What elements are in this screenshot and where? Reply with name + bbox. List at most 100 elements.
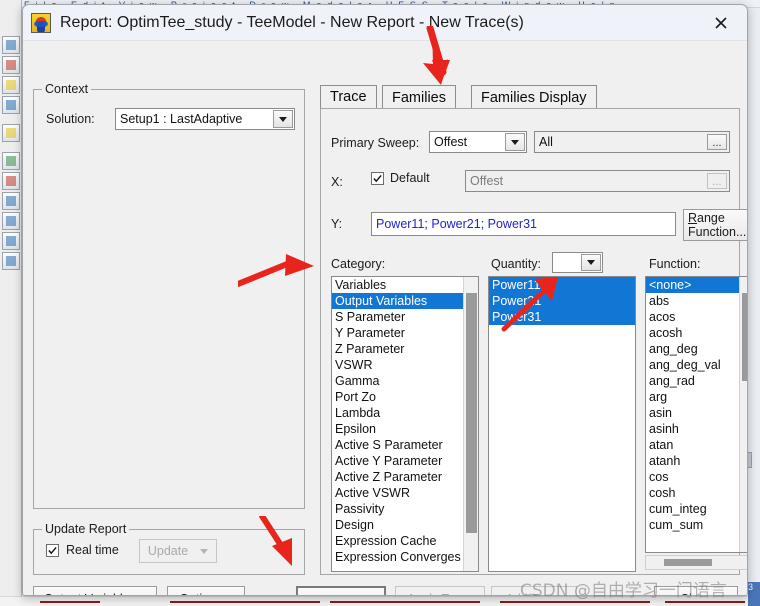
new-report-button[interactable]: New Report bbox=[296, 586, 386, 595]
toolbar-icon-7 bbox=[2, 172, 20, 190]
realtime-label: Real time bbox=[66, 543, 119, 557]
apply-trace-button: Apply Trace bbox=[395, 586, 485, 595]
y-value-field[interactable]: Power11; Power21; Power31 bbox=[371, 212, 676, 236]
function-scroll-thumb[interactable] bbox=[742, 293, 747, 381]
category-item[interactable]: Expression Converges bbox=[332, 549, 478, 565]
range-function-line2: Function... bbox=[688, 225, 747, 239]
x-value-field: Offest ... bbox=[465, 170, 730, 192]
sweep-range-field[interactable]: All ... bbox=[534, 131, 730, 153]
quantity-listbox[interactable]: Power11 Power21 Power31 bbox=[488, 276, 636, 572]
function-item[interactable]: cosh bbox=[646, 485, 747, 501]
toolbar-icon-11 bbox=[2, 252, 20, 270]
category-item[interactable]: Design bbox=[332, 517, 478, 533]
category-item[interactable]: Active S Parameter bbox=[332, 437, 478, 453]
output-variables-button[interactable]: Output Variables... bbox=[33, 586, 157, 595]
function-item[interactable]: acos bbox=[646, 309, 747, 325]
close-icon[interactable] bbox=[699, 6, 743, 40]
update-report-group: Update Report Real time Update bbox=[33, 522, 305, 575]
function-item[interactable]: <none> bbox=[646, 277, 747, 293]
update-report-group-title: Update Report bbox=[42, 522, 130, 536]
sweep-range-ellipsis-button[interactable]: ... bbox=[707, 134, 727, 150]
background-left-toolbar bbox=[0, 0, 22, 606]
function-item[interactable]: cos bbox=[646, 469, 747, 485]
category-item[interactable]: VSWR bbox=[332, 357, 478, 373]
function-item[interactable]: cum_sum bbox=[646, 517, 747, 533]
close-button[interactable]: Close bbox=[654, 586, 738, 595]
function-item[interactable]: acosh bbox=[646, 325, 747, 341]
function-item[interactable]: ang_rad bbox=[646, 373, 747, 389]
x-label: X: bbox=[331, 175, 343, 189]
category-listbox[interactable]: Variables Output Variables S Parameter Y Pa… bbox=[331, 276, 479, 572]
background-corner-badge: 3 bbox=[748, 582, 760, 606]
function-item[interactable]: arg bbox=[646, 389, 747, 405]
category-item[interactable]: Z Parameter bbox=[332, 341, 478, 357]
new-report-label: New Report bbox=[308, 593, 374, 595]
tab-trace-label: Trace bbox=[330, 89, 367, 105]
x-value: Offest bbox=[470, 174, 504, 188]
x-default-checkbox[interactable] bbox=[371, 171, 384, 185]
function-item[interactable]: cum_integ bbox=[646, 501, 747, 517]
function-hscrollbar[interactable] bbox=[645, 555, 747, 570]
category-items: Variables Output Variables S Parameter Y Pa… bbox=[332, 277, 478, 565]
realtime-checkbox[interactable] bbox=[46, 543, 59, 557]
tab-families-display[interactable]: Families Display bbox=[471, 85, 597, 109]
category-item[interactable]: S Parameter bbox=[332, 309, 478, 325]
category-item[interactable]: Active Z Parameter bbox=[332, 469, 478, 485]
category-item[interactable]: Port Zo bbox=[332, 389, 478, 405]
sweep-range-value: All bbox=[539, 135, 553, 149]
apply-trace-label: Apply Trace bbox=[407, 592, 473, 595]
toolbar-icon-6 bbox=[2, 152, 20, 170]
category-item[interactable]: Epsilon bbox=[332, 421, 478, 437]
function-hscroll-thumb[interactable] bbox=[664, 559, 712, 566]
close-button-label: Close bbox=[680, 592, 712, 595]
function-item[interactable]: atanh bbox=[646, 453, 747, 469]
quantity-item[interactable]: Power11 bbox=[489, 277, 635, 293]
category-item[interactable]: Variables bbox=[332, 277, 478, 293]
category-item[interactable]: Expression Cache bbox=[332, 533, 478, 549]
x-ellipsis-button: ... bbox=[707, 173, 727, 189]
tab-families-label: Families bbox=[392, 89, 446, 106]
category-item[interactable]: Active Y Parameter bbox=[332, 453, 478, 469]
category-item[interactable]: Lambda bbox=[332, 405, 478, 421]
report-dialog: Report: OptimTee_study - TeeModel - New … bbox=[22, 4, 748, 596]
category-scroll-thumb[interactable] bbox=[466, 293, 477, 533]
function-listbox[interactable]: <none> abs acos acosh ang_deg ang_deg_val ang_… bbox=[645, 276, 747, 553]
category-item[interactable]: Passivity bbox=[332, 501, 478, 517]
quantity-filter-combo[interactable] bbox=[552, 252, 603, 273]
category-item[interactable]: Gamma bbox=[332, 373, 478, 389]
chevron-down-icon[interactable] bbox=[581, 254, 601, 271]
range-function-line1: Range bbox=[688, 210, 725, 225]
category-item[interactable]: Y Parameter bbox=[332, 325, 478, 341]
quantity-item[interactable]: Power21 bbox=[489, 293, 635, 309]
function-item[interactable]: atan bbox=[646, 437, 747, 453]
solution-combo[interactable]: Setup1 : LastAdaptive bbox=[115, 108, 295, 130]
dialog-title: Report: OptimTee_study - TeeModel - New … bbox=[60, 13, 524, 31]
options-button[interactable]: Options... bbox=[167, 586, 245, 595]
hfss-report-icon bbox=[31, 12, 51, 33]
x-default-label: Default bbox=[390, 171, 430, 185]
function-scrollbar[interactable] bbox=[739, 277, 747, 552]
context-group: Context Solution: Setup1 : LastAdaptive bbox=[33, 82, 305, 509]
function-item[interactable]: ang_deg_val bbox=[646, 357, 747, 373]
chevron-down-icon[interactable] bbox=[505, 133, 525, 151]
function-item[interactable]: asinh bbox=[646, 421, 747, 437]
chevron-down-icon[interactable] bbox=[273, 110, 293, 128]
update-button: Update bbox=[139, 539, 217, 563]
function-item[interactable]: abs bbox=[646, 293, 747, 309]
primary-sweep-combo[interactable]: Offest bbox=[429, 131, 527, 153]
tab-families[interactable]: Families bbox=[382, 85, 456, 109]
category-item[interactable]: Output Variables bbox=[332, 293, 478, 309]
dialog-titlebar: Report: OptimTee_study - TeeModel - New … bbox=[23, 5, 747, 41]
category-item[interactable]: Active VSWR bbox=[332, 485, 478, 501]
category-label: Category: bbox=[331, 257, 386, 271]
range-function-button[interactable]: Range Function... bbox=[683, 209, 747, 241]
function-item[interactable]: ang_deg bbox=[646, 341, 747, 357]
function-item[interactable]: asin bbox=[646, 405, 747, 421]
quantity-item[interactable]: Power31 bbox=[489, 309, 635, 325]
toolbar-icon-5 bbox=[2, 124, 20, 142]
tab-families-display-label: Families Display bbox=[481, 89, 587, 106]
tab-strip: Trace Families Families Display bbox=[320, 85, 740, 109]
update-button-label: Update bbox=[147, 543, 189, 558]
category-scrollbar[interactable] bbox=[463, 277, 478, 571]
tab-trace[interactable]: Trace bbox=[320, 85, 377, 109]
